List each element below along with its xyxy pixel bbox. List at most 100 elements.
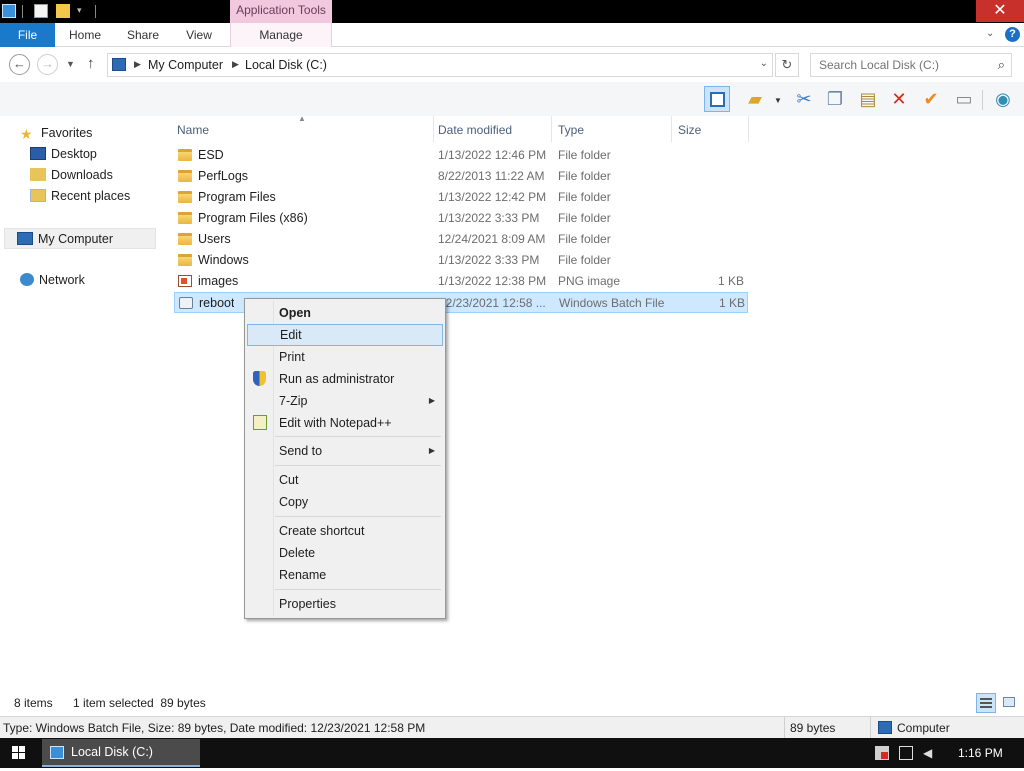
details-view-button[interactable] (976, 693, 996, 713)
tab-view[interactable]: View (176, 23, 222, 47)
menu-item-print[interactable]: Print (247, 346, 443, 368)
navigation-pane: ★ Favorites Desktop Downloads Recent plac… (0, 116, 158, 693)
tab-home[interactable]: Home (60, 23, 110, 47)
computer-icon (112, 58, 126, 71)
menu-item-properties[interactable]: Properties (247, 593, 443, 615)
menu-item-notepad-plus-plus[interactable]: Edit with Notepad++ (247, 412, 443, 434)
file-row[interactable]: images 1/13/2022 12:38 PM PNG image 1 KB (174, 271, 748, 292)
file-row[interactable]: PerfLogs 8/22/2013 11:22 AM File folder (174, 166, 748, 187)
back-button[interactable]: ← (9, 54, 30, 75)
column-header-size[interactable]: Size (674, 120, 748, 140)
close-button[interactable]: ✕ (976, 0, 1024, 22)
search-box[interactable]: ⌕ (810, 53, 1012, 77)
nav-favorites[interactable]: ★ Favorites (20, 123, 92, 143)
file-type: File folder (558, 232, 611, 246)
file-row[interactable]: Program Files 1/13/2022 12:42 PM File fo… (174, 187, 748, 208)
menu-item-rename[interactable]: Rename (247, 564, 443, 586)
file-date: 12/24/2021 8:09 AM (438, 232, 546, 246)
file-row[interactable]: Users 12/24/2021 8:09 AM File folder (174, 229, 748, 250)
uac-shield-icon (253, 371, 266, 386)
file-name: Program Files (x86) (198, 211, 308, 225)
expand-ribbon-icon[interactable]: ⌄ (986, 28, 994, 39)
file-size: 1 KB (717, 274, 744, 288)
file-size: 1 KB (718, 296, 745, 310)
rename-icon[interactable]: ▭ (951, 86, 977, 112)
chevron-down-icon[interactable]: ⌄ (760, 58, 768, 69)
menu-separator (275, 436, 441, 437)
large-icons-view-button[interactable] (999, 693, 1019, 713)
toolbar-separator (982, 90, 983, 110)
help-icon[interactable]: ? (1005, 27, 1020, 42)
menu-item-copy[interactable]: Copy (247, 491, 443, 513)
folder-options-icon[interactable]: ▰ (742, 86, 768, 112)
breadcrumb-chevron-icon[interactable]: ▶ (232, 59, 239, 70)
nav-network[interactable]: Network (20, 270, 85, 290)
column-header-name[interactable]: Name (173, 120, 433, 140)
column-header-date[interactable]: Date modified (434, 120, 551, 140)
forward-button[interactable]: → (37, 54, 58, 75)
star-icon: ★ (20, 126, 33, 142)
globe-icon[interactable]: ◉ (990, 86, 1016, 112)
menu-item-label: Run as administrator (279, 372, 395, 386)
menu-item-7zip[interactable]: 7-Zip ▶ (247, 390, 443, 412)
tab-file[interactable]: File (0, 23, 55, 47)
network-tray-icon[interactable] (899, 746, 913, 760)
status-bar: 8 items 1 item selected 89 bytes (0, 693, 1024, 715)
copy-icon[interactable]: ❐ (822, 86, 848, 112)
taskbar-item-label: Local Disk (C:) (71, 745, 153, 759)
column-separator[interactable] (748, 116, 749, 142)
start-button[interactable] (0, 738, 38, 768)
preview-pane-button[interactable] (704, 86, 730, 112)
folder-icon (178, 233, 192, 245)
file-row[interactable]: ESD 1/13/2022 12:46 PM File folder (174, 145, 748, 166)
delete-icon[interactable]: ✕ (886, 86, 912, 112)
qa-dropdown-icon[interactable]: ▾ (77, 5, 82, 16)
file-name: PerfLogs (198, 169, 249, 183)
menu-item-edit[interactable]: Edit (247, 324, 443, 346)
breadcrumb-chevron-icon[interactable]: ▶ (134, 59, 141, 70)
search-icon[interactable]: ⌕ (998, 57, 1005, 73)
tab-manage[interactable]: Manage (230, 23, 332, 47)
nav-my-computer[interactable]: My Computer (4, 228, 156, 249)
address-bar[interactable]: ▶ My Computer ▶ Local Disk (C:) ⌄ (107, 53, 773, 77)
breadcrumb-local-disk[interactable]: Local Disk (C:) (245, 58, 327, 72)
action-center-flag-icon[interactable] (875, 746, 889, 760)
details-separator (784, 717, 785, 738)
refresh-button[interactable]: ↻ (775, 53, 799, 77)
clock[interactable]: 1:16 PM (958, 738, 1003, 768)
search-input[interactable] (819, 54, 989, 76)
file-date: 1/13/2022 12:38 PM (438, 274, 546, 288)
menu-item-create-shortcut[interactable]: Create shortcut (247, 520, 443, 542)
taskbar-item-explorer[interactable]: Local Disk (C:) (42, 739, 200, 767)
nav-desktop[interactable]: Desktop (30, 144, 97, 164)
menu-item-delete[interactable]: Delete (247, 542, 443, 564)
menu-item-open[interactable]: Open (247, 302, 443, 324)
column-header-type[interactable]: Type (554, 120, 671, 140)
file-row[interactable]: Windows 1/13/2022 3:33 PM File folder (174, 250, 748, 271)
up-arrow-icon[interactable]: ↑ (87, 55, 95, 72)
file-name: Windows (198, 253, 249, 267)
column-separator[interactable] (671, 116, 672, 142)
recent-locations-icon[interactable]: ▼ (66, 59, 75, 69)
file-row[interactable]: Program Files (x86) 1/13/2022 3:33 PM Fi… (174, 208, 748, 229)
checkmark-icon[interactable]: ✔ (918, 86, 944, 112)
nav-recent-places[interactable]: Recent places (30, 186, 130, 206)
breadcrumb-my-computer[interactable]: My Computer (148, 58, 223, 72)
network-icon (20, 273, 34, 286)
menu-item-run-as-admin[interactable]: Run as administrator (247, 368, 443, 390)
explorer-icon[interactable] (2, 4, 16, 18)
scissors-icon[interactable]: ✂ (791, 86, 817, 112)
selected-file-details: Type: Windows Batch File, Size: 89 bytes… (3, 721, 426, 735)
nav-downloads[interactable]: Downloads (30, 165, 113, 185)
menu-item-send-to[interactable]: Send to ▶ (247, 440, 443, 462)
menu-item-cut[interactable]: Cut (247, 469, 443, 491)
recent-places-icon (30, 189, 46, 202)
column-separator[interactable] (551, 116, 552, 142)
new-folder-icon[interactable] (56, 4, 70, 18)
tab-share[interactable]: Share (118, 23, 168, 47)
properties-icon[interactable] (34, 4, 48, 18)
clipboard-icon[interactable]: ▤ (855, 86, 881, 112)
chevron-down-icon[interactable]: ▼ (774, 96, 782, 105)
menu-item-label: Send to (279, 444, 323, 458)
volume-muted-icon[interactable]: ◀ (923, 746, 937, 760)
